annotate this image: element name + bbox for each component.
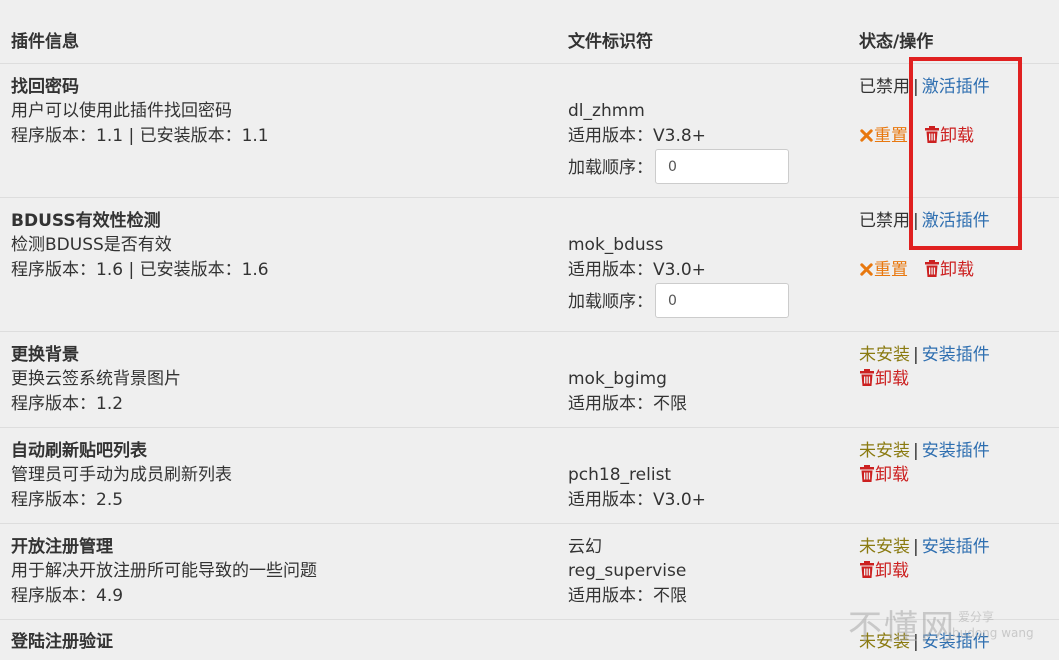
- table-row: 更换背景 更换云签系统背景图片 程序版本：1.2 mok_bgimg 适用版本：…: [0, 332, 1059, 428]
- status-group: 未安装 | 安装插件: [859, 439, 990, 463]
- load-order-input[interactable]: [655, 283, 789, 318]
- plugin-version: 程序版本：4.9: [11, 586, 124, 606]
- plugin-version: 程序版本：2.5: [11, 490, 124, 510]
- uninstall-button[interactable]: 卸载: [859, 463, 909, 487]
- plugin-name: 找回密码: [11, 77, 79, 97]
- times-icon: [860, 263, 873, 276]
- load-order-input[interactable]: [655, 149, 789, 184]
- trash-icon: [860, 561, 874, 578]
- plugin-author: 云幻: [568, 537, 602, 557]
- watermark: 不懂网 爱分享 budong wang: [848, 600, 1034, 649]
- reset-label: 重置: [874, 260, 908, 280]
- separator: |: [913, 211, 919, 231]
- plugin-desc: 管理员可手动为成员刷新列表: [11, 465, 232, 485]
- install-plugin-link[interactable]: 安装插件: [922, 537, 990, 557]
- uninstall-label: 卸载: [940, 260, 974, 280]
- reset-label: 重置: [874, 126, 908, 146]
- col-status: 状态/操作: [859, 32, 934, 52]
- plugin-version: 程序版本：1.2: [11, 394, 124, 414]
- file-id: reg_supervise: [568, 561, 687, 581]
- plugin-name: 开放注册管理: [11, 537, 113, 557]
- plugin-desc: 更换云签系统背景图片: [11, 369, 181, 389]
- compat-version: 适用版本：不限: [568, 394, 687, 414]
- separator: |: [913, 441, 919, 461]
- install-plugin-link[interactable]: 安装插件: [922, 345, 990, 365]
- uninstall-button[interactable]: 卸载: [924, 258, 974, 282]
- plugin-version: 程序版本：1.1 | 已安装版本：1.1: [11, 126, 269, 146]
- trash-icon: [860, 369, 874, 386]
- file-id: mok_bduss: [568, 235, 664, 255]
- uninstall-label: 卸载: [875, 465, 909, 485]
- status-text: 未安装: [859, 345, 910, 365]
- plugin-name: BDUSS有效性检测: [11, 211, 161, 231]
- trash-icon: [925, 126, 939, 143]
- reset-button[interactable]: 重置: [859, 124, 908, 148]
- trash-icon: [925, 260, 939, 277]
- status-group: 已禁用 | 激活插件: [859, 75, 990, 99]
- watermark-sub: budong wang: [952, 626, 1034, 640]
- plugin-name: 更换背景: [11, 345, 79, 365]
- reset-button[interactable]: 重置: [859, 258, 908, 282]
- table-row: BDUSS有效性检测 检测BDUSS是否有效 程序版本：1.6 | 已安装版本：…: [0, 198, 1059, 332]
- uninstall-button[interactable]: 卸载: [859, 367, 909, 391]
- trash-icon: [860, 465, 874, 482]
- status-text: 已禁用: [859, 211, 910, 231]
- load-order-label: 加载顺序：: [568, 158, 653, 178]
- plugin-desc: 用于解决开放注册所可能导致的一些问题: [11, 561, 317, 581]
- status-text: 已禁用: [859, 77, 910, 97]
- uninstall-button[interactable]: 卸载: [859, 559, 909, 583]
- compat-version: 适用版本：V3.0+: [568, 490, 706, 510]
- separator: |: [913, 345, 919, 365]
- file-id: pch18_relist: [568, 465, 672, 485]
- uninstall-label: 卸载: [940, 126, 974, 146]
- watermark-brand: 不懂网: [848, 608, 956, 648]
- plugin-name: 登陆注册验证: [11, 632, 113, 652]
- table-header: 插件信息 文件标识符 状态/操作: [0, 0, 1059, 64]
- times-icon: [860, 129, 873, 142]
- status-text: 未安装: [859, 537, 910, 557]
- status-group: 未安装 | 安装插件: [859, 535, 990, 559]
- activate-plugin-link[interactable]: 激活插件: [922, 77, 990, 97]
- status-group: 已禁用 | 激活插件: [859, 209, 990, 233]
- watermark-tagline: 爱分享: [958, 610, 995, 624]
- compat-version: 适用版本：V3.8+: [568, 126, 706, 146]
- compat-version: 适用版本：V3.0+: [568, 260, 706, 280]
- separator: |: [913, 77, 919, 97]
- col-file-id: 文件标识符: [568, 32, 653, 52]
- uninstall-label: 卸载: [875, 561, 909, 581]
- uninstall-label: 卸载: [875, 369, 909, 389]
- file-id: mok_bgimg: [568, 369, 667, 389]
- plugin-name: 自动刷新贴吧列表: [11, 441, 147, 461]
- separator: |: [913, 537, 919, 557]
- col-plugin-info: 插件信息: [11, 32, 79, 52]
- uninstall-button[interactable]: 卸载: [924, 124, 974, 148]
- status-group: 未安装 | 安装插件: [859, 343, 990, 367]
- load-order-label: 加载顺序：: [568, 292, 653, 312]
- plugin-version: 程序版本：1.6 | 已安装版本：1.6: [11, 260, 269, 280]
- plugin-desc: 用户可以使用此插件找回密码: [11, 101, 232, 121]
- activate-plugin-link[interactable]: 激活插件: [922, 211, 990, 231]
- file-id: dl_zhmm: [568, 101, 645, 121]
- table-row: 找回密码 用户可以使用此插件找回密码 程序版本：1.1 | 已安装版本：1.1 …: [0, 64, 1059, 198]
- compat-version: 适用版本：不限: [568, 586, 687, 606]
- plugin-desc: 检测BDUSS是否有效: [11, 235, 172, 255]
- table-row: 自动刷新贴吧列表 管理员可手动为成员刷新列表 程序版本：2.5 pch18_re…: [0, 428, 1059, 524]
- status-text: 未安装: [859, 441, 910, 461]
- install-plugin-link[interactable]: 安装插件: [922, 441, 990, 461]
